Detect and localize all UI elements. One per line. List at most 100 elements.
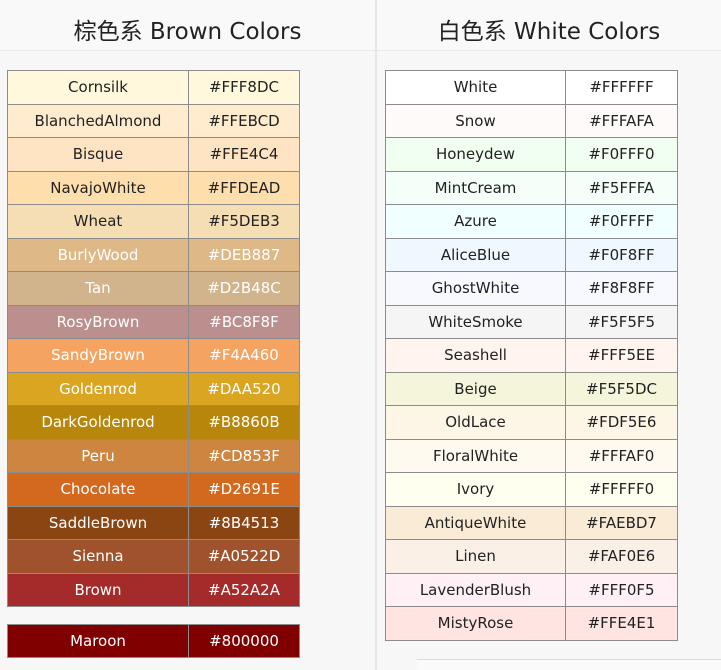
brown-colors-title: 棕色系 Brown Colors	[0, 0, 375, 51]
color-hex-cell: #F5FFFA	[565, 170, 678, 205]
color-hex-cell: #D2B48C	[188, 271, 300, 306]
color-hex-cell: #FFFAF0	[565, 438, 678, 473]
color-row: Chocolate #D2691E	[7, 472, 300, 507]
color-hex-cell: #FAF0E6	[565, 539, 678, 574]
color-name-cell: Brown	[7, 572, 189, 607]
color-name-cell: Honeydew	[385, 137, 566, 172]
color-name-cell: Linen	[385, 539, 566, 574]
color-name-cell: DarkGoldenrod	[7, 405, 189, 440]
color-name-cell: SandyBrown	[7, 338, 189, 373]
color-hex-cell: #BC8F8F	[188, 304, 300, 339]
color-name-cell: Goldenrod	[7, 371, 189, 406]
color-row: FloralWhite #FFFAF0	[385, 438, 678, 473]
color-row: Wheat #F5DEB3	[7, 204, 300, 239]
color-hex-cell: #FAEBD7	[565, 505, 678, 540]
brown-colors-panel: 棕色系 Brown Colors Cornsilk #FFF8DC Blanched…	[0, 0, 377, 670]
color-name-cell: BurlyWood	[7, 237, 189, 272]
color-name-cell: AliceBlue	[385, 237, 566, 272]
color-hex-cell: #B8860B	[188, 405, 300, 440]
color-name-cell: FloralWhite	[385, 438, 566, 473]
color-name-cell: Chocolate	[7, 472, 189, 507]
color-name-cell: White	[385, 70, 566, 105]
color-name-cell: Azure	[385, 204, 566, 239]
color-row: Azure #F0FFFF	[385, 204, 678, 239]
color-name-cell: SaddleBrown	[7, 505, 189, 540]
white-colors-table: White #FFFFFF Snow #FFFAFA Honeydew #F0FFF0 Mi…	[385, 70, 678, 641]
color-hex-cell: #FFEBCD	[188, 103, 300, 138]
color-name-cell: GhostWhite	[385, 271, 566, 306]
color-name-cell: Sienna	[7, 539, 189, 574]
color-hex-cell: #FFE4C4	[188, 137, 300, 172]
color-hex-cell: #F5F5F5	[565, 304, 678, 339]
color-name-cell: WhiteSmoke	[385, 304, 566, 339]
color-row: Cornsilk #FFF8DC	[7, 70, 300, 105]
color-hex-cell: #FFE4E1	[565, 606, 678, 641]
color-name-cell: AntiqueWhite	[385, 505, 566, 540]
color-row: Brown #A52A2A	[7, 572, 300, 607]
color-name-cell: Wheat	[7, 204, 189, 239]
color-hex-cell: #FFF0F5	[565, 572, 678, 607]
color-hex-cell: #D2691E	[188, 472, 300, 507]
color-row: MistyRose #FFE4E1	[385, 606, 678, 641]
color-hex-cell: #FFF5EE	[565, 338, 678, 373]
color-hex-cell: #800000	[188, 624, 300, 658]
color-row: Honeydew #F0FFF0	[385, 137, 678, 172]
maroon-color-table: Maroon #800000	[7, 624, 300, 658]
color-hex-cell: #F8F8FF	[565, 271, 678, 306]
color-row: GhostWhite #F8F8FF	[385, 271, 678, 306]
color-hex-cell: #F4A460	[188, 338, 300, 373]
color-hex-cell: #A52A2A	[188, 572, 300, 607]
color-name-cell: Seashell	[385, 338, 566, 373]
color-hex-cell: #DAA520	[188, 371, 300, 406]
color-name-cell: Bisque	[7, 137, 189, 172]
color-hex-cell: #A0522D	[188, 539, 300, 574]
color-row: BlanchedAlmond #FFEBCD	[7, 103, 300, 138]
color-name-cell: RosyBrown	[7, 304, 189, 339]
white-colors-title: 白色系 White Colors	[377, 0, 721, 51]
color-row: AntiqueWhite #FAEBD7	[385, 505, 678, 540]
color-name-cell: OldLace	[385, 405, 566, 440]
color-hex-cell: #F0FFF0	[565, 137, 678, 172]
color-name-cell: NavajoWhite	[7, 170, 189, 205]
color-row: AliceBlue #F0F8FF	[385, 237, 678, 272]
color-name-cell: Peru	[7, 438, 189, 473]
color-row: Maroon #800000	[7, 624, 300, 658]
color-row: DarkGoldenrod #B8860B	[7, 405, 300, 440]
color-row: NavajoWhite #FFDEAD	[7, 170, 300, 205]
color-row: Sienna #A0522D	[7, 539, 300, 574]
white-colors-panel: 白色系 White Colors White #FFFFFF Snow #FFFAFA…	[377, 0, 721, 670]
color-hex-cell: #F0FFFF	[565, 204, 678, 239]
color-row: Snow #FFFAFA	[385, 103, 678, 138]
color-hex-cell: #FFF8DC	[188, 70, 300, 105]
color-name-cell: Maroon	[7, 624, 189, 658]
color-row: Tan #D2B48C	[7, 271, 300, 306]
color-name-cell: Snow	[385, 103, 566, 138]
color-name-cell: LavenderBlush	[385, 572, 566, 607]
color-row: Ivory #FFFFF0	[385, 472, 678, 507]
color-row: Peru #CD853F	[7, 438, 300, 473]
color-name-cell: MintCream	[385, 170, 566, 205]
color-name-cell: Tan	[7, 271, 189, 306]
color-row: RosyBrown #BC8F8F	[7, 304, 300, 339]
brown-colors-table: Cornsilk #FFF8DC BlanchedAlmond #FFEBCD Bisq…	[7, 70, 300, 607]
color-hex-cell: #F0F8FF	[565, 237, 678, 272]
color-row: Bisque #FFE4C4	[7, 137, 300, 172]
color-row: Seashell #FFF5EE	[385, 338, 678, 373]
color-row: SandyBrown #F4A460	[7, 338, 300, 373]
color-row: LavenderBlush #FFF0F5	[385, 572, 678, 607]
color-row: Goldenrod #DAA520	[7, 371, 300, 406]
panel-footer-divider	[417, 659, 721, 670]
color-row: Linen #FAF0E6	[385, 539, 678, 574]
color-hex-cell: #8B4513	[188, 505, 300, 540]
color-hex-cell: #FDF5E6	[565, 405, 678, 440]
color-hex-cell: #FFFFFF	[565, 70, 678, 105]
color-hex-cell: #FFFAFA	[565, 103, 678, 138]
color-name-cell: MistyRose	[385, 606, 566, 641]
color-hex-cell: #FFDEAD	[188, 170, 300, 205]
color-hex-cell: #F5DEB3	[188, 204, 300, 239]
color-row: SaddleBrown #8B4513	[7, 505, 300, 540]
color-row: OldLace #FDF5E6	[385, 405, 678, 440]
color-name-cell: BlanchedAlmond	[7, 103, 189, 138]
color-hex-cell: #FFFFF0	[565, 472, 678, 507]
color-hex-cell: #DEB887	[188, 237, 300, 272]
